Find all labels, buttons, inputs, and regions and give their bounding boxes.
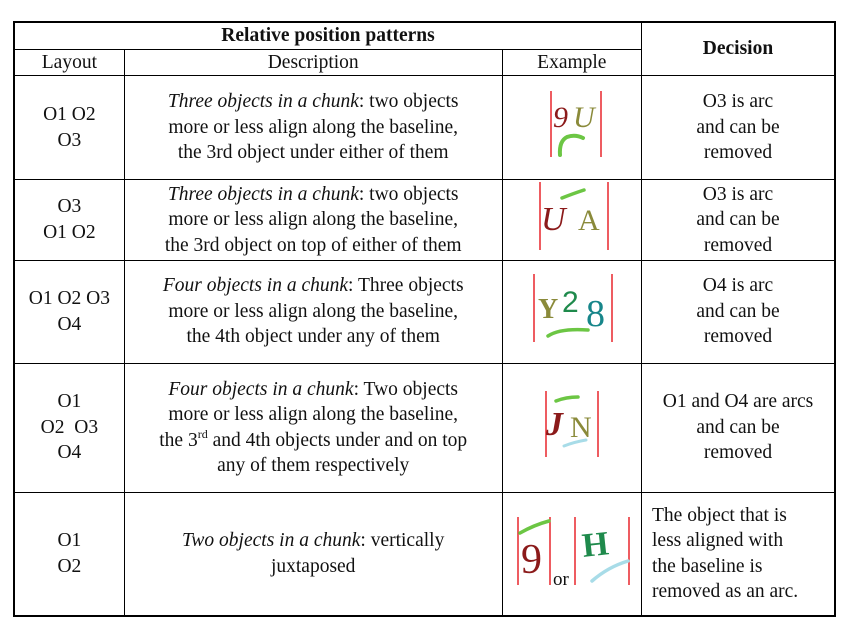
decision-header: Decision [641,21,836,76]
decision-cell: The object that is less aligned with the… [641,491,836,617]
glyph-o1: 9 [553,101,568,134]
description-cell: Two objects in a chunk: vertically juxta… [123,491,503,617]
glyph-o2: 2 [562,286,579,319]
or-connector: or [553,569,570,587]
example-image-ua: U A [539,182,609,250]
description-cell: Four objects in a chunk: Two objects mor… [123,362,503,493]
arc-object-o2 [590,559,630,583]
decision-cell: O4 is arc and can be removed [641,259,836,364]
glyph-o2: 9 [521,537,542,583]
description-cell: Three objects in a chunk: two objects mo… [123,75,503,180]
description-italic: Four objects in a chunk [168,378,354,400]
example-cell: 9 U [501,75,643,180]
description-italic: Three objects in a chunk [167,91,359,113]
arc-object-o3 [557,133,585,157]
layout-cell: O1 O2 O3 O4 [13,362,125,493]
glyph-o2: A [578,204,600,237]
example-cell: Y 2 8 [501,259,643,364]
example-image-9u: 9 U [550,90,602,157]
arc-object-o4 [546,327,590,338]
glyph-o2: J [545,406,564,443]
group-header: Relative position patterns [13,21,642,50]
relative-position-patterns-table: Relative position patterns Decision Layo… [13,21,836,617]
arc-object-o1 [518,519,551,535]
example-image-jn: J N [545,390,599,457]
arc-object-o3 [560,188,586,200]
decision-cell: O1 and O4 are arcs and can be removed [641,362,836,493]
layout-cell: O1 O2 O3 [13,75,125,180]
table-row: O1 O2 O3 O4 Four objects in a chunk: Two… [13,362,836,493]
glyph-o1: U [541,201,568,238]
example-image-9-or-h: 9 or H [517,517,630,587]
layout-cell: O1 O2 O3 O4 [13,259,125,364]
description-cell: Four objects in a chunk: Three objects m… [123,259,503,364]
arc-object-o1 [554,395,580,403]
example-image-y28: Y 2 8 [533,273,613,342]
description-cell: Three objects in a chunk: two objects mo… [123,179,503,261]
table-row: O1 O2 O3 O4 Four objects in a chunk: Thr… [13,259,836,364]
column-header-description: Description [123,48,503,76]
table-row: O1 O2 Two objects in a chunk: vertically… [13,491,836,617]
layout-cell: O3 O1 O2 [13,179,125,261]
example-cell: J N [501,362,643,493]
description-italic: Two objects in a chunk [182,530,361,552]
table-row: O3 O1 O2 Three objects in a chunk: two o… [13,179,836,261]
decision-cell: O3 is arc and can be removed [641,179,836,261]
glyph-o1: Y [538,294,558,325]
layout-cell: O1 O2 [13,491,125,617]
decision-cell: O3 is arc and can be removed [641,75,836,180]
example-cell: U A [501,179,643,261]
glyph-o1: H [580,525,610,565]
column-header-layout: Layout [13,48,125,76]
column-header-example: Example [501,48,643,76]
table-row: O1 O2 O3 Three objects in a chunk: two o… [13,75,836,180]
glyph-o3: N [570,411,592,444]
example-cell: 9 or H [501,491,643,617]
glyph-o2: U [573,101,597,134]
description-italic: Four objects in a chunk [162,275,349,297]
description-italic: Three objects in a chunk [167,183,359,205]
